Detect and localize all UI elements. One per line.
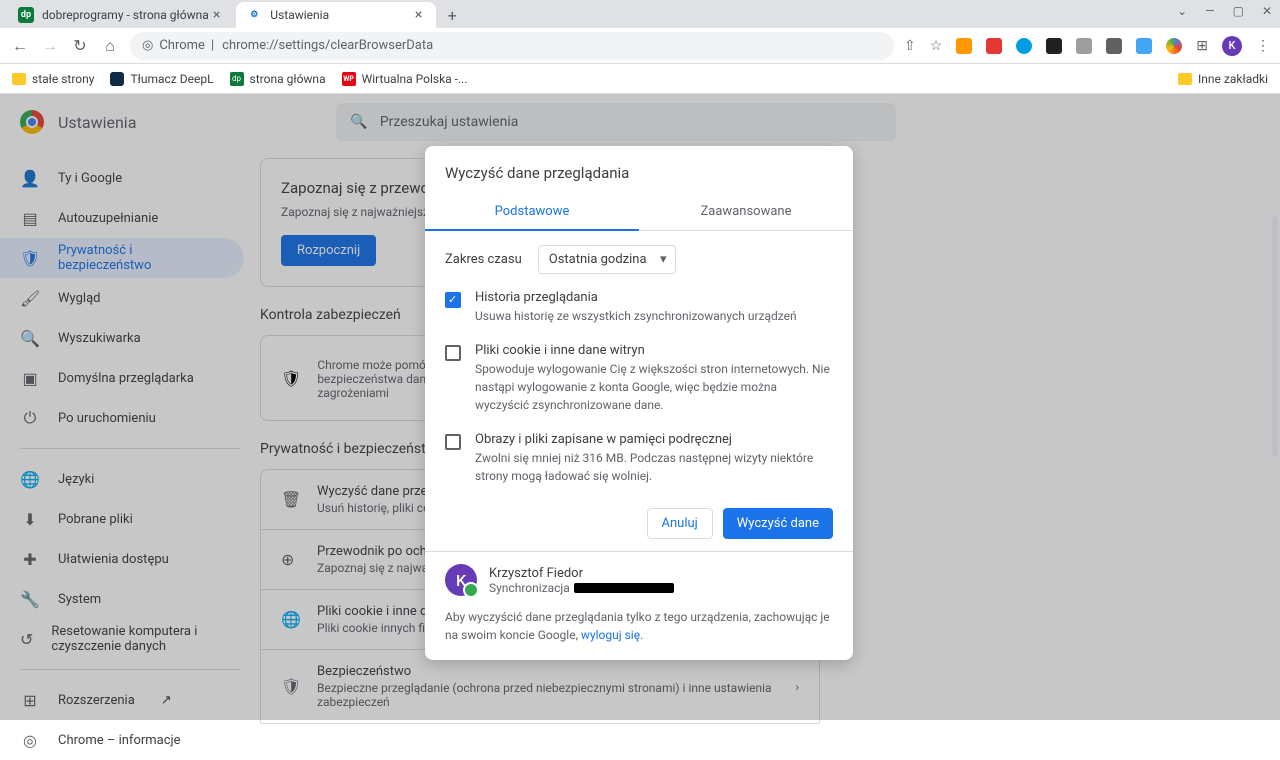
back-button[interactable]: ← [10, 36, 30, 56]
sync-label: Synchronizacja [489, 581, 570, 595]
browser-tab-active[interactable]: ⚙ Ustawienia × [236, 2, 436, 28]
checkbox[interactable] [445, 345, 461, 361]
extension-icon[interactable] [1106, 38, 1122, 54]
logout-hint: Aby wyczyścić dane przeglądania tylko z … [425, 608, 853, 660]
profile-avatar[interactable]: K [1222, 36, 1242, 56]
settings-icon: ⚙ [246, 7, 262, 23]
cancel-button[interactable]: Anuluj [647, 508, 713, 539]
bookmark-item[interactable]: Tłumacz DeepL [110, 72, 213, 86]
dialog-title: Wyczyść dane przeglądania [425, 146, 853, 194]
browser-tab[interactable]: dp dobreprogramy - strona główna × [8, 2, 234, 28]
dp-icon: dp [230, 72, 244, 86]
extension-icon[interactable] [1136, 38, 1152, 54]
user-name: Krzysztof Fiedor [489, 566, 674, 581]
cache-checkbox-row[interactable]: Obrazy i pliki zapisane w pamięci podręc… [445, 432, 833, 485]
browser-toolbar: ← → ↻ ⌂ ◎ Chrome | chrome://settings/cle… [0, 28, 1280, 64]
check-label: Obrazy i pliki zapisane w pamięci podręc… [475, 432, 833, 447]
cookies-checkbox-row[interactable]: Pliki cookie i inne dane witryn Spowoduje… [445, 343, 833, 414]
deepl-icon [110, 72, 124, 86]
check-desc: Spowoduje wylogowanie Cię z większości s… [475, 360, 833, 414]
checkbox[interactable] [445, 434, 461, 450]
user-info: K Krzysztof Fiedor Synchronizacja [425, 551, 853, 608]
time-range-select[interactable]: Ostatnia godzina [538, 245, 676, 274]
reload-button[interactable]: ↻ [70, 36, 90, 55]
menu-icon[interactable]: ⋮ [1256, 38, 1270, 54]
folder-icon [12, 73, 26, 85]
scrollbar-thumb[interactable] [1272, 216, 1278, 456]
chrome-icon: ◎ [20, 731, 40, 750]
tab-basic[interactable]: Podstawowe [425, 194, 639, 231]
bookmark-item[interactable]: stałe strony [12, 72, 94, 86]
check-desc: Zwolni się mniej niż 316 MB. Podczas nas… [475, 449, 833, 485]
forward-button[interactable]: → [40, 36, 60, 56]
clear-data-button[interactable]: Wyczyść dane [723, 508, 833, 539]
time-range-label: Zakres czasu [445, 252, 522, 267]
chevron-down-icon[interactable]: ⌄ [1177, 4, 1187, 18]
chrome-chip: ◎ Chrome | [142, 38, 214, 53]
bookmark-item[interactable]: dpstrona główna [230, 72, 326, 86]
extension-icon[interactable] [1046, 38, 1062, 54]
browser-tab-strip: dp dobreprogramy - strona główna × ⚙ Ust… [0, 0, 1280, 28]
check-desc: Usuwa historię ze wszystkich zsynchroniz… [475, 307, 833, 325]
close-tab-icon[interactable]: × [209, 7, 224, 23]
close-window-button[interactable]: ✕ [1262, 4, 1272, 18]
history-checkbox-row[interactable]: Historia przeglądania Usuwa historię ze w… [445, 290, 833, 325]
user-avatar: K [445, 564, 477, 596]
clear-browsing-data-dialog: Wyczyść dane przeglądania Podstawowe Zaa… [425, 146, 853, 660]
home-button[interactable]: ⌂ [100, 36, 120, 56]
check-label: Pliki cookie i inne dane witryn [475, 343, 833, 358]
dialog-tabs: Podstawowe Zaawansowane [425, 194, 853, 231]
share-icon[interactable]: ⇧ [904, 38, 916, 54]
other-bookmarks[interactable]: Inne zakładki [1178, 72, 1268, 86]
url-text: chrome://settings/clearBrowserData [222, 38, 433, 53]
extension-icon[interactable] [1076, 38, 1092, 54]
tab-title: Ustawienia [270, 8, 329, 22]
checkbox[interactable] [445, 292, 461, 308]
bookmark-star-icon[interactable]: ☆ [930, 38, 943, 54]
tab-title: dobreprogramy - strona główna [42, 8, 209, 22]
logout-link[interactable]: wyloguj się [581, 628, 640, 642]
close-tab-icon[interactable]: × [411, 7, 426, 23]
favicon: dp [18, 7, 34, 23]
redacted-email [574, 583, 674, 593]
minimize-button[interactable]: — [1205, 4, 1214, 18]
bookmark-item[interactable]: WPWirtualna Polska -... [342, 72, 468, 86]
folder-icon [1178, 73, 1192, 85]
tab-advanced[interactable]: Zaawansowane [639, 194, 853, 230]
maximize-button[interactable]: ▢ [1233, 4, 1244, 18]
extensions-menu-icon[interactable]: ⊞ [1196, 38, 1208, 54]
extension-icon[interactable] [986, 38, 1002, 54]
extension-icon[interactable] [956, 38, 972, 54]
extension-icon[interactable] [1016, 38, 1032, 54]
extension-icon[interactable] [1166, 38, 1182, 54]
check-label: Historia przeglądania [475, 290, 833, 305]
address-bar[interactable]: ◎ Chrome | chrome://settings/clearBrowse… [130, 32, 894, 60]
new-tab-button[interactable]: + [438, 2, 466, 28]
nav-about[interactable]: ◎Chrome – informacje [0, 720, 244, 760]
bookmarks-bar: stałe strony Tłumacz DeepL dpstrona głów… [0, 64, 1280, 94]
wp-icon: WP [342, 72, 356, 86]
